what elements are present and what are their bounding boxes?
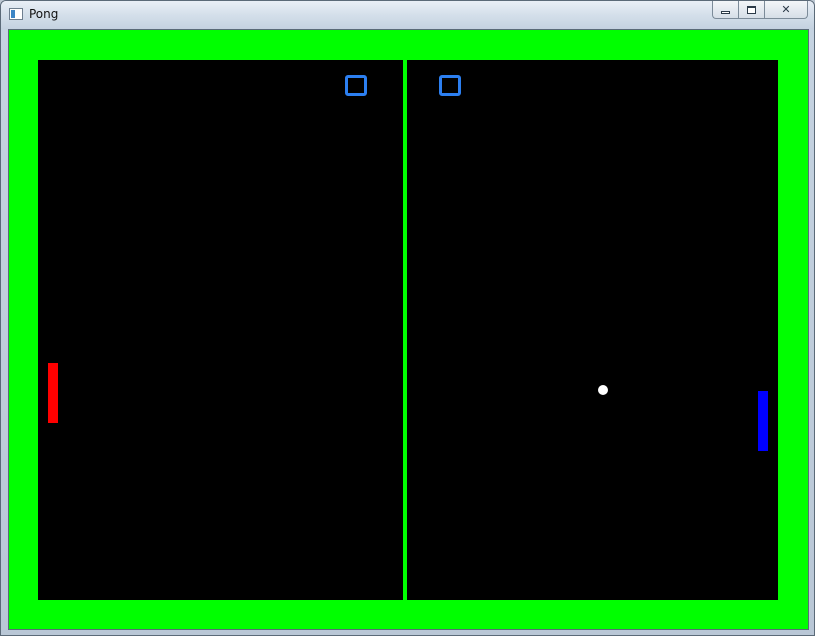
maximize-icon	[747, 5, 756, 14]
right-paddle	[758, 391, 768, 451]
minimize-button[interactable]	[712, 1, 738, 19]
window-title: Pong	[29, 7, 59, 21]
window-controls: ✕	[712, 1, 808, 19]
left-score-digit	[345, 75, 367, 96]
right-score-digit	[439, 75, 461, 96]
maximize-button[interactable]	[738, 1, 764, 19]
title-bar[interactable]: Pong ✕	[1, 1, 814, 29]
close-icon: ✕	[781, 3, 791, 16]
game-canvas[interactable]	[8, 29, 809, 630]
center-net	[403, 60, 407, 600]
app-icon	[9, 8, 23, 20]
minimize-icon	[721, 10, 730, 14]
ball	[598, 385, 608, 395]
app-window: Pong ✕	[0, 0, 815, 636]
left-paddle	[48, 363, 58, 423]
court	[38, 60, 778, 600]
close-button[interactable]: ✕	[764, 1, 808, 19]
